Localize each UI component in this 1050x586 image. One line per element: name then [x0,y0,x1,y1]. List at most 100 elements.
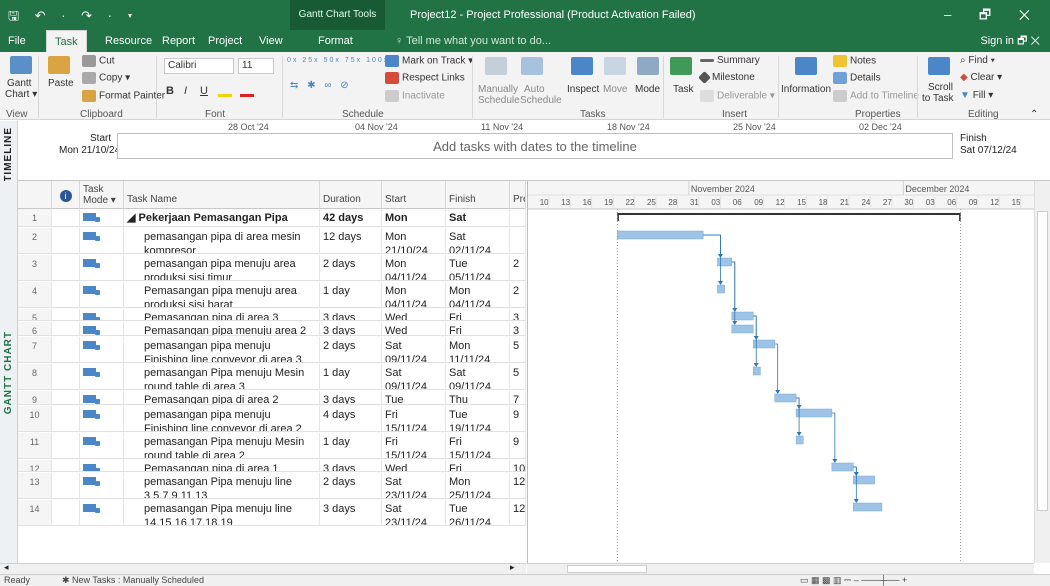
indicator-cell[interactable] [52,228,80,253]
finish-cell[interactable]: Mon 25/11/24 [446,473,510,498]
finish-cell[interactable]: Sat 07/12/24 [446,209,510,226]
indicator-cell[interactable] [52,255,80,280]
collapse-ribbon-icon[interactable]: ⌃ [1030,109,1038,120]
scroll-to-task-button[interactable]: Scroll [928,82,953,93]
duration-cell[interactable]: 1 day [320,433,382,458]
task-mode-cell[interactable] [80,391,124,404]
deliverable-button[interactable]: Deliverable ▾ [700,90,775,102]
font-name-select[interactable]: Calibri [164,58,234,74]
indicator-cell[interactable] [52,473,80,498]
view-zoom-controls[interactable]: ▭ ▦ ▩ ▥ ⎓ – ───┼── + [800,575,907,586]
column-start[interactable]: Start [382,181,446,209]
task-name-cell[interactable]: Pemasangan pipa menuju area 2 [124,322,320,335]
table-row[interactable]: 3 pemasangan pipa menuju area produksi si… [18,255,526,281]
gantt-chart-button[interactable]: Gantt [7,78,31,89]
predecessor-cell[interactable]: 12 [510,473,526,498]
task-name-cell[interactable]: Pemasangan pipa menuju area produksi sis… [124,282,320,307]
table-row[interactable]: 7 pemasangan pipa menuju Finishing line c… [18,337,526,363]
tell-me-search[interactable]: ♀ Tell me what you want to do... [395,30,551,52]
indicator-cell[interactable] [52,309,80,320]
move-button[interactable]: Move [603,84,627,95]
start-cell[interactable]: Fri 15/11/24 [382,433,446,458]
table-row[interactable]: 4 Pemasangan pipa menuju area produksi si… [18,282,526,308]
indicator-cell[interactable] [52,322,80,335]
indicators-header[interactable]: i [52,181,80,209]
indicator-cell[interactable] [52,433,80,458]
mark-on-track-button[interactable]: Mark on Track ▾ [385,55,473,67]
tab-format[interactable]: Format [318,30,353,52]
task-mode-cell[interactable] [80,433,124,458]
duration-cell[interactable]: 4 days [320,406,382,431]
manually-schedule-button[interactable]: Manually [478,84,518,95]
underline-button[interactable]: U [200,85,208,97]
predecessor-cell[interactable]: 5 [510,337,526,362]
finish-cell[interactable]: Mon 04/11/24 [446,282,510,307]
task-mode-cell[interactable] [80,309,124,320]
link-unlink-icons[interactable]: ⇆ ✱ ∞ ⊘ [290,80,352,91]
task-bar[interactable] [752,366,761,376]
sign-in-link[interactable]: Sign in 🗗 ✕ [980,30,1040,52]
task-name-cell[interactable]: Pemasangan pipa di area 1 [124,460,320,471]
insert-task-button[interactable]: Task [673,84,694,95]
indicator-cell[interactable] [52,500,80,525]
table-row[interactable]: 13 pemasangan Pipa menuju line 3,5,7,9,11… [18,473,526,499]
duration-cell[interactable]: 1 day [320,364,382,389]
finish-cell[interactable]: Sat 02/11/24 [446,228,510,253]
window-controls[interactable]: – 🗗 ✕ [944,6,1042,28]
table-row[interactable]: 6 Pemasangan pipa menuju area 23 days Wed … [18,322,526,336]
task-mode-cell[interactable] [80,473,124,498]
start-cell[interactable]: Sat 09/11/24 [382,364,446,389]
clear-button[interactable]: ◆ Clear ▾ [960,72,1002,83]
row-id[interactable]: 3 [18,255,52,280]
finish-cell[interactable]: Sat 09/11/24 [446,364,510,389]
task-mode-cell[interactable] [80,322,124,335]
gantt-chart-dropdown[interactable]: Chart ▾ [5,89,37,100]
task-name-cell[interactable]: pemasangan pipa menuju area produksi sis… [124,255,320,280]
timeline-bar[interactable]: 28 Oct '24 04 Nov '24 11 Nov '24 18 Nov … [117,122,953,159]
tab-resource[interactable]: Resource [105,30,152,52]
row-id[interactable]: 4 [18,282,52,307]
font-size-select[interactable]: 11 [238,58,274,74]
row-id[interactable]: 13 [18,473,52,498]
indicator-cell[interactable] [52,282,80,307]
row-id[interactable]: 8 [18,364,52,389]
task-name-cell[interactable]: pemasangan Pipa menuju line 3,5,7,9,11,1… [124,473,320,498]
task-mode-cell[interactable] [80,282,124,307]
table-row[interactable]: 12 Pemasangan pipa di area 13 daysWed 20/… [18,460,526,472]
duration-cell[interactable]: 3 days [320,322,382,335]
task-mode-cell[interactable] [80,406,124,431]
task-bar[interactable] [831,462,854,472]
format-painter-button[interactable]: Format Painter [82,90,165,102]
task-bar[interactable] [617,230,704,240]
start-cell[interactable]: Sat 23/11/24 [382,500,446,525]
indicator-cell[interactable] [52,460,80,471]
predecessor-cell[interactable]: 2 [510,282,526,307]
predecessor-cell[interactable]: 3 [510,322,526,335]
task-bar[interactable] [795,435,804,445]
tab-task[interactable]: Task [46,30,87,52]
task-bar[interactable] [774,393,797,403]
finish-cell[interactable]: Mon 11/11/24 [446,337,510,362]
task-name-cell[interactable]: ◢ Pekerjaan Pemasangan Pipa [124,209,320,226]
indicator-cell[interactable] [52,364,80,389]
finish-cell[interactable]: Tue 26/11/24 [446,500,510,525]
task-bar[interactable] [717,257,733,267]
row-id[interactable]: 7 [18,337,52,362]
predecessor-cell[interactable]: 7 [510,391,526,404]
duration-cell[interactable]: 3 days [320,391,382,404]
scroll-right-icon[interactable]: ▸ [510,562,515,573]
table-row[interactable]: 10 pemasangan pipa menuju Finishing line … [18,406,526,432]
inspect-button[interactable]: Inspect [567,84,599,95]
task-mode-cell[interactable] [80,337,124,362]
task-bar[interactable] [731,324,754,334]
predecessor-cell[interactable]: 9 [510,406,526,431]
scroll-thumb[interactable] [1037,211,1048,511]
start-cell[interactable]: Sat 09/11/24 [382,337,446,362]
task-mode-cell[interactable] [80,500,124,525]
duration-cell[interactable]: 3 days [320,460,382,471]
task-name-cell[interactable]: Pemasangan pipa di area 3 [124,309,320,320]
tab-report[interactable]: Report [162,30,195,52]
mode-button[interactable]: Mode [635,84,660,95]
predecessor-cell[interactable]: 9 [510,433,526,458]
column-task-mode[interactable]: Task Mode ▾ [80,181,124,209]
